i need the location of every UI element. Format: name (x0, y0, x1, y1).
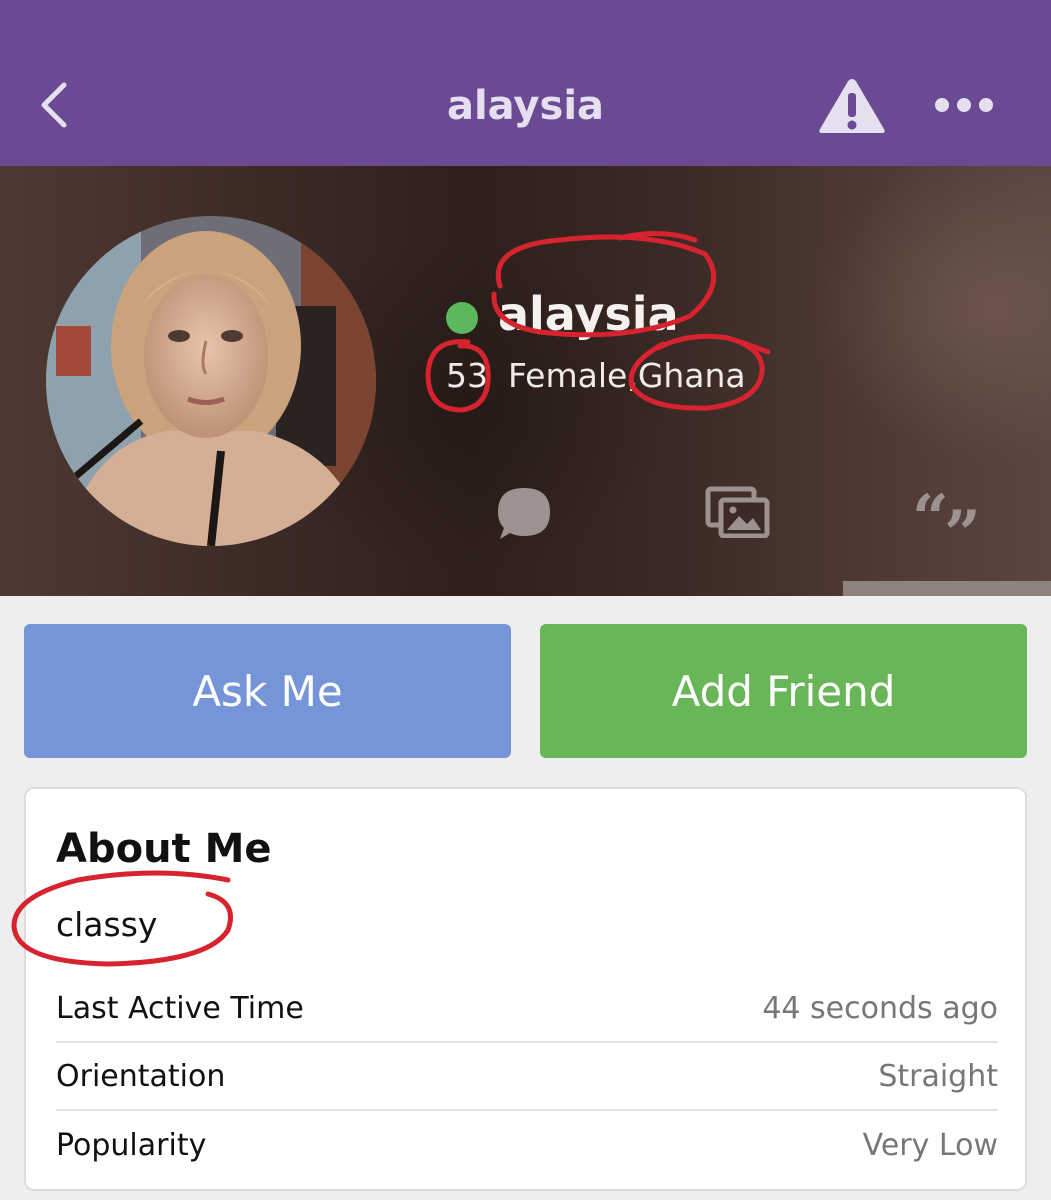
page-title: alaysia (446, 83, 605, 129)
info-label: Popularity (56, 1127, 207, 1163)
about-me-title: About Me (56, 826, 272, 872)
about-me-card: About Me classy Last Active Time 44 seco… (24, 787, 1027, 1191)
info-label: Orientation (56, 1058, 226, 1094)
add-friend-button[interactable]: Add Friend (540, 624, 1027, 758)
profile-country: Ghana (637, 356, 746, 395)
profile-header: alaysia 53 Female,Ghana “ ” (0, 166, 1051, 596)
profile-gender: Female, (508, 356, 638, 395)
about-me-text: classy (56, 905, 158, 944)
more-options-button[interactable] (928, 88, 1000, 122)
svg-text:”: ” (944, 497, 981, 540)
photos-icon[interactable] (705, 486, 771, 538)
ask-me-button[interactable]: Ask Me (24, 624, 511, 758)
info-row-last-active: Last Active Time 44 seconds ago (56, 975, 998, 1043)
profile-name: alaysia (498, 287, 679, 341)
info-label: Last Active Time (56, 990, 304, 1026)
warning-triangle-icon (819, 79, 885, 133)
info-row-orientation: Orientation Straight (56, 1043, 998, 1111)
online-status-dot (446, 302, 478, 334)
info-value: 44 seconds ago (762, 990, 998, 1026)
report-button[interactable] (816, 75, 888, 137)
more-horizontal-icon (935, 98, 993, 112)
chat-bubble-icon[interactable] (494, 484, 554, 542)
hero-divider (843, 581, 1051, 596)
info-value: Very Low (862, 1127, 998, 1163)
info-row-popularity: Popularity Very Low (56, 1111, 998, 1179)
top-bar: alaysia (0, 0, 1051, 166)
info-value: Straight (878, 1058, 998, 1094)
quote-icon[interactable]: “ ” (912, 488, 984, 540)
avatar[interactable] (46, 216, 376, 546)
profile-age: 53 (446, 356, 488, 395)
profile-details: 53 Female,Ghana (446, 354, 746, 398)
